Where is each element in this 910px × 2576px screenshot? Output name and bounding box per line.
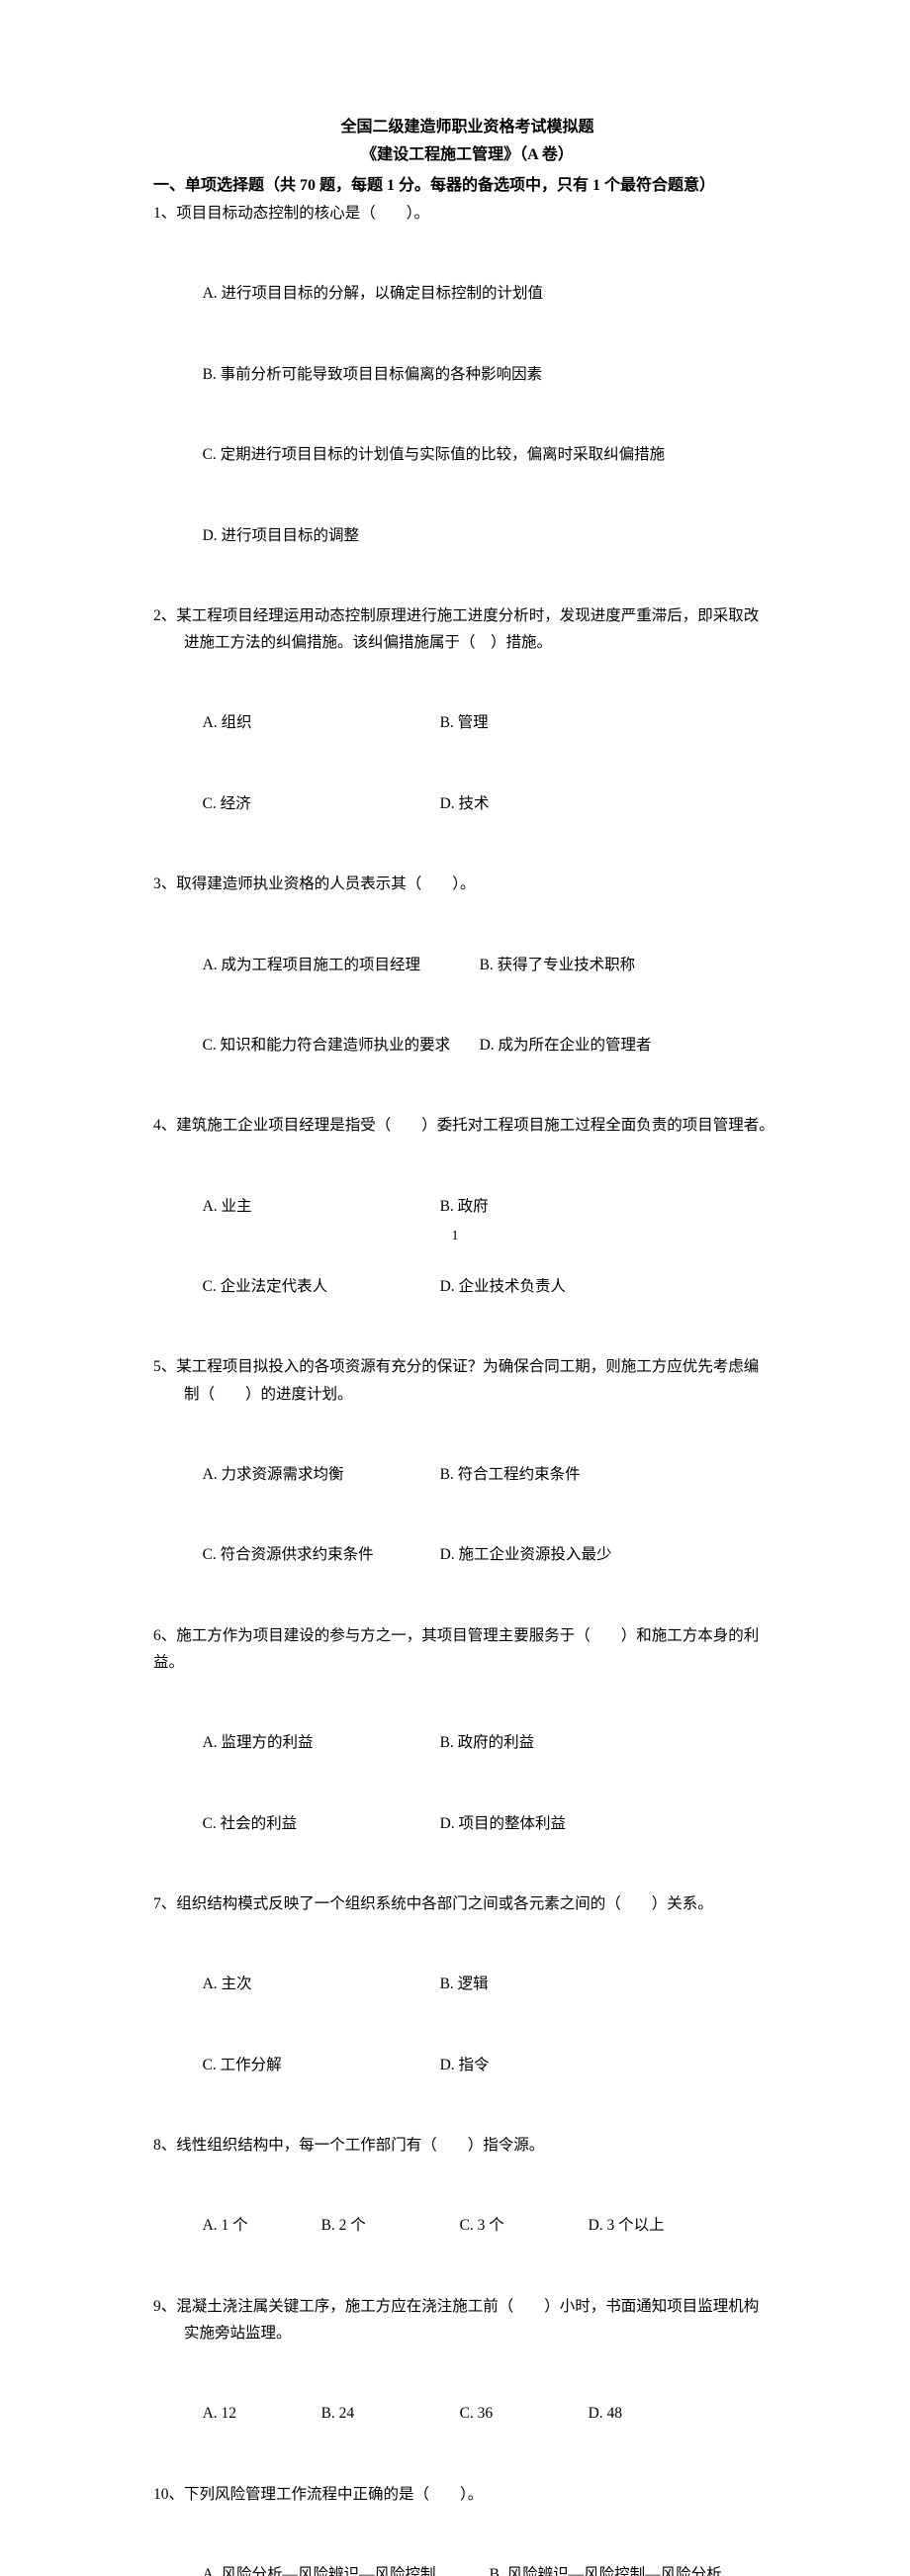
q1-opt-c: C. 定期进行项目目标的计划值与实际值的比较，偏离时采取纠偏措施 (203, 441, 781, 468)
question-3: 3、取得建造师执业资格的人员表示其（ ）。 A. 成为工程项目施工的项目经理B.… (153, 871, 781, 1112)
q4-opt-a: A. 业主 (203, 1193, 440, 1220)
question-10: 10、下列风险管理工作流程中正确的是（ ）。 A. 风险分析—风险辨识—风险控制… (153, 2481, 781, 2576)
q9-text: 9、混凝土浇注属关键工序，施工方应在浇注施工前（ ）小时，书面通知项目监理机构 (153, 2293, 781, 2320)
page-number: 1 (0, 1225, 910, 1249)
q8-opt-c: C. 3 个 (460, 2212, 589, 2239)
question-2: 2、某工程项目经理运用动态控制原理进行施工进度分析时，发现进度严重滞后，即采取改… (153, 602, 781, 871)
q10-text: 10、下列风险管理工作流程中正确的是（ ）。 (153, 2481, 781, 2508)
q6-options: A. 监理方的利益B. 政府的利益 C. 社会的利益D. 项目的整体利益 (153, 1676, 781, 1890)
q6-opt-a: A. 监理方的利益 (203, 1729, 440, 1756)
q7-text: 7、组织结构模式反映了一个组织系统中各部门之间或各元素之间的（ ）关系。 (153, 1890, 781, 1917)
q5-cont: 制（ ）的进度计划。 (153, 1381, 781, 1408)
q7-opt-d: D. 指令 (440, 2052, 490, 2078)
q1-options: A. 进行项目目标的分解，以确定目标控制的计划值 B. 事前分析可能导致项目目标… (153, 227, 781, 602)
q5-opt-b: B. 符合工程约束条件 (440, 1461, 581, 1488)
q3-options: A. 成为工程项目施工的项目经理B. 获得了专业技术职称 C. 知识和能力符合建… (153, 897, 781, 1112)
q7-opt-b: B. 逻辑 (440, 1971, 489, 1997)
q6-opt-d: D. 项目的整体利益 (440, 1810, 566, 1837)
q1-opt-a: A. 进行项目目标的分解，以确定目标控制的计划值 (203, 280, 781, 307)
q7-opt-c: C. 工作分解 (203, 2052, 440, 2078)
title-main: 全国二级建造师职业资格考试模拟题 (153, 114, 781, 141)
q10-options: A. 风险分析—风险辨识—风险控制B. 风险辨识—风险控制—风险分析 C. 风险… (153, 2508, 781, 2576)
q9-options: A. 12 B. 24 C. 36 D. 48 (153, 2346, 781, 2481)
q6-opt-c: C. 社会的利益 (203, 1810, 440, 1837)
q9-cont: 实施旁站监理。 (153, 2320, 781, 2346)
q5-options: A. 力求资源需求均衡B. 符合工程约束条件 C. 符合资源供求约束条件D. 施… (153, 1408, 781, 1622)
q6-opt-b: B. 政府的利益 (440, 1729, 535, 1756)
q8-opt-d: D. 3 个以上 (589, 2212, 665, 2239)
question-8: 8、线性组织结构中，每一个工作部门有（ ）指令源。 A. 1 个 B. 2 个 … (153, 2132, 781, 2293)
q8-opt-a: A. 1 个 (203, 2212, 321, 2239)
q2-opt-a: A. 组织 (203, 709, 440, 736)
q2-text: 2、某工程项目经理运用动态控制原理进行施工进度分析时，发现进度严重滞后，即采取改 (153, 602, 781, 629)
q4-opt-c: C. 企业法定代表人 (203, 1273, 440, 1300)
question-9: 9、混凝土浇注属关键工序，施工方应在浇注施工前（ ）小时，书面通知项目监理机构 … (153, 2293, 781, 2481)
q6-text: 6、施工方作为项目建设的参与方之一，其项目管理主要服务于（ ）和施工方本身的利益… (153, 1622, 781, 1676)
q7-opt-a: A. 主次 (203, 1971, 440, 1997)
q1-opt-d: D. 进行项目目标的调整 (203, 522, 781, 549)
q2-opt-d: D. 技术 (440, 790, 490, 817)
q4-text: 4、建筑施工企业项目经理是指受（ ）委托对工程项目施工过程全面负责的项目管理者。 (153, 1112, 781, 1139)
q8-options: A. 1 个 B. 2 个 C. 3 个 D. 3 个以上 (153, 2159, 781, 2293)
q2-opt-b: B. 管理 (440, 709, 489, 736)
q2-cont: 进施工方法的纠偏措施。该纠偏措施属于（ ）措施。 (153, 629, 781, 656)
q9-opt-c: C. 36 (460, 2400, 589, 2427)
q5-text: 5、某工程项目拟投入的各项资源有充分的保证？为确保合同工期，则施工方应优先考虑编 (153, 1353, 781, 1380)
q10-opt-a: A. 风险分析—风险辨识—风险控制 (203, 2561, 490, 2576)
q10-opt-b: B. 风险辨识—风险控制—风险分析 (490, 2561, 722, 2576)
question-5: 5、某工程项目拟投入的各项资源有充分的保证？为确保合同工期，则施工方应优先考虑编… (153, 1353, 781, 1621)
q8-opt-b: B. 2 个 (321, 2212, 460, 2239)
q5-opt-c: C. 符合资源供求约束条件 (203, 1541, 440, 1568)
q3-opt-a: A. 成为工程项目施工的项目经理 (203, 952, 480, 978)
question-7: 7、组织结构模式反映了一个组织系统中各部门之间或各元素之间的（ ）关系。 A. … (153, 1890, 781, 2132)
q3-text: 3、取得建造师执业资格的人员表示其（ ）。 (153, 871, 781, 897)
q2-options: A. 组织B. 管理 C. 经济D. 技术 (153, 656, 781, 871)
q3-opt-d: D. 成为所在企业的管理者 (480, 1032, 652, 1058)
q9-opt-a: A. 12 (203, 2400, 321, 2427)
q3-opt-b: B. 获得了专业技术职称 (480, 952, 636, 978)
q8-text: 8、线性组织结构中，每一个工作部门有（ ）指令源。 (153, 2132, 781, 2159)
section-header: 一、单项选择题（共 70 题，每题 1 分。每器的备选项中，只有 1 个最符合题… (153, 172, 781, 200)
q9-opt-d: D. 48 (589, 2400, 622, 2427)
q2-opt-c: C. 经济 (203, 790, 440, 817)
question-1: 1、项目目标动态控制的核心是（ ）。 A. 进行项目目标的分解，以确定目标控制的… (153, 200, 781, 602)
q1-opt-b: B. 事前分析可能导致项目目标偏离的各种影响因素 (203, 361, 781, 388)
q4-opt-b: B. 政府 (440, 1193, 489, 1220)
q5-opt-a: A. 力求资源需求均衡 (203, 1461, 440, 1488)
q9-opt-b: B. 24 (321, 2400, 460, 2427)
q7-options: A. 主次B. 逻辑 C. 工作分解D. 指令 (153, 1917, 781, 2132)
q1-text: 1、项目目标动态控制的核心是（ ）。 (153, 200, 781, 227)
q3-opt-c: C. 知识和能力符合建造师执业的要求 (203, 1032, 480, 1058)
q5-opt-d: D. 施工企业资源投入最少 (440, 1541, 612, 1568)
question-6: 6、施工方作为项目建设的参与方之一，其项目管理主要服务于（ ）和施工方本身的利益… (153, 1622, 781, 1890)
q4-opt-d: D. 企业技术负责人 (440, 1273, 566, 1300)
title-sub: 《建设工程施工管理》（A 卷） (153, 141, 781, 169)
